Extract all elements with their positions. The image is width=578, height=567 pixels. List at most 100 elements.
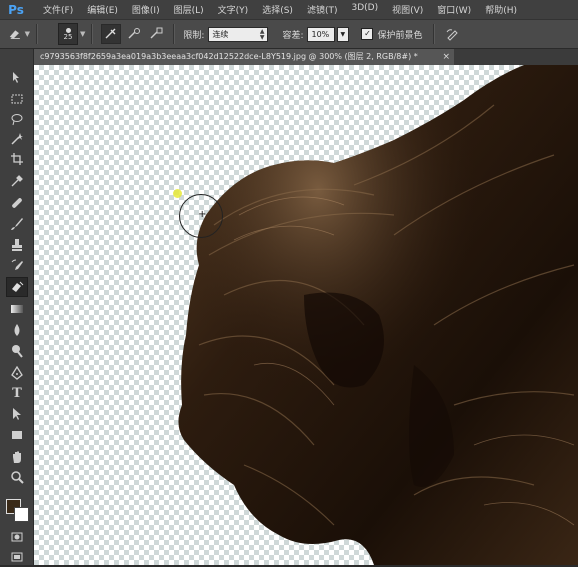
tool-preset-picker[interactable]: ▼ bbox=[8, 25, 30, 43]
chevron-down-icon: ▼ bbox=[340, 30, 346, 38]
blur-tool[interactable] bbox=[6, 320, 28, 340]
menu-type[interactable]: 文字(Y) bbox=[211, 3, 256, 16]
tolerance-dropdown[interactable]: ▼ bbox=[337, 26, 350, 42]
pen-tool[interactable] bbox=[6, 363, 28, 383]
menu-items: 文件(F) 编辑(E) 图像(I) 图层(L) 文字(Y) 选择(S) 滤镜(T… bbox=[36, 3, 524, 16]
water-drop-icon bbox=[14, 324, 20, 336]
divider bbox=[91, 24, 94, 44]
menu-edit[interactable]: 编辑(E) bbox=[80, 3, 125, 16]
quick-mask-button[interactable] bbox=[6, 527, 28, 547]
hand-icon bbox=[13, 451, 21, 463]
gradient-tool[interactable] bbox=[6, 299, 28, 319]
lasso-tool[interactable] bbox=[6, 109, 28, 129]
sampling-swatch-button[interactable] bbox=[147, 25, 165, 43]
hair-image-layer bbox=[178, 65, 578, 565]
chevron-down-icon[interactable]: ▼ bbox=[80, 30, 85, 38]
crosshair-icon: + bbox=[198, 209, 207, 220]
marquee-tool[interactable] bbox=[6, 89, 28, 109]
history-brush-icon bbox=[11, 259, 23, 270]
sampling-hotspot bbox=[173, 189, 182, 198]
limit-select[interactable]: 连续 ▲ ▼ bbox=[208, 26, 269, 42]
lasso-icon bbox=[11, 114, 23, 126]
document-tab[interactable]: c9793563f8f2659a3ea019a3b3eeaa3cf042d125… bbox=[34, 49, 454, 65]
path-selection-tool[interactable] bbox=[6, 404, 28, 424]
select-arrows-icon: ▲ ▼ bbox=[259, 27, 265, 41]
sampling-once-icon bbox=[128, 28, 141, 39]
menu-layer[interactable]: 图层(L) bbox=[167, 3, 211, 16]
menu-image[interactable]: 图像(I) bbox=[125, 3, 167, 16]
dodge-tool[interactable] bbox=[6, 341, 28, 361]
magic-wand-icon bbox=[11, 133, 23, 145]
healing-brush-tool[interactable] bbox=[6, 193, 28, 213]
tolerance-label: 容差: bbox=[282, 30, 304, 41]
photoshop-logo[interactable]: Ps bbox=[6, 2, 26, 18]
eyedropper-tool[interactable] bbox=[6, 171, 28, 191]
hand-tool[interactable] bbox=[6, 447, 28, 467]
menu-window[interactable]: 窗口(W) bbox=[430, 3, 478, 16]
pressure-button[interactable] bbox=[443, 25, 461, 43]
pen-icon bbox=[11, 366, 23, 380]
tolerance-field[interactable]: 10% bbox=[307, 26, 336, 42]
bandage-icon bbox=[12, 198, 22, 208]
protect-foreground-checkbox[interactable]: ✓ bbox=[361, 28, 374, 40]
type-tool[interactable]: T bbox=[6, 383, 28, 403]
brush-icon bbox=[11, 218, 23, 230]
checkmark-icon: ✓ bbox=[364, 29, 371, 38]
brush-preset-picker[interactable]: 25 bbox=[58, 23, 78, 45]
quick-selection-tool[interactable] bbox=[6, 129, 28, 149]
tools-panel: T bbox=[0, 49, 34, 565]
menu-help[interactable]: 帮助(H) bbox=[478, 3, 524, 16]
divider bbox=[36, 24, 38, 44]
clone-stamp-tool[interactable] bbox=[6, 235, 28, 255]
brush-tool[interactable] bbox=[6, 214, 28, 234]
screen-mode-button[interactable] bbox=[6, 547, 28, 567]
screen-mode-icon bbox=[11, 552, 23, 562]
background-eraser-icon bbox=[9, 30, 20, 40]
menu-file[interactable]: 文件(F) bbox=[36, 3, 80, 16]
type-icon: T bbox=[12, 385, 22, 401]
menu-3d[interactable]: 3D(D) bbox=[344, 3, 385, 16]
menu-view[interactable]: 视图(V) bbox=[385, 3, 430, 16]
limit-label: 限制: bbox=[183, 30, 205, 41]
history-brush-tool[interactable] bbox=[6, 256, 28, 276]
path-selection-icon bbox=[13, 408, 21, 420]
quick-mask-icon bbox=[11, 532, 23, 542]
limit-value: 连续 bbox=[212, 29, 229, 39]
dodge-icon bbox=[12, 345, 23, 358]
rectangle-icon bbox=[12, 431, 22, 439]
tolerance-value: 10% bbox=[311, 29, 330, 39]
divider bbox=[173, 24, 176, 44]
document-title: c9793563f8f2659a3ea019a3b3eeaa3cf042d125… bbox=[40, 52, 418, 61]
rectangle-tool[interactable] bbox=[6, 425, 28, 445]
pressure-icon bbox=[446, 29, 458, 41]
color-swatches[interactable] bbox=[4, 497, 30, 523]
background-eraser-icon bbox=[12, 281, 24, 292]
brush-size-value: 25 bbox=[63, 32, 73, 41]
move-tool[interactable] bbox=[6, 67, 28, 87]
stamp-icon bbox=[12, 239, 22, 251]
document-tabbar: c9793563f8f2659a3ea019a3b3eeaa3cf042d125… bbox=[34, 49, 578, 65]
zoom-icon bbox=[11, 471, 24, 484]
close-icon[interactable]: × bbox=[442, 49, 450, 65]
brush-cursor: + bbox=[179, 194, 223, 238]
gradient-icon bbox=[11, 305, 23, 313]
sampling-once-button[interactable] bbox=[125, 25, 143, 43]
protect-foreground-label: 保护前景色 bbox=[377, 30, 423, 41]
crop-tool[interactable] bbox=[6, 149, 28, 169]
sampling-swatch-icon bbox=[150, 27, 163, 39]
menu-bar: Ps 文件(F) 编辑(E) 图像(I) 图层(L) 文字(Y) 选择(S) 滤… bbox=[0, 0, 578, 20]
menu-filter[interactable]: 滤镜(T) bbox=[300, 3, 345, 16]
marquee-icon bbox=[11, 94, 23, 104]
background-color-swatch[interactable] bbox=[14, 507, 29, 522]
document-canvas[interactable]: + bbox=[34, 65, 578, 565]
sampling-continuous-icon bbox=[105, 28, 116, 39]
eyedropper-icon bbox=[11, 175, 23, 187]
options-bar: ▼ 25 ▼ 限制: 连续 ▲ ▼ 容差: 10% ▼ ✓ 保护前景色 bbox=[0, 20, 578, 49]
chevron-down-icon: ▼ bbox=[24, 30, 30, 38]
crop-icon bbox=[11, 153, 23, 165]
background-eraser-tool[interactable] bbox=[6, 277, 28, 297]
zoom-tool[interactable] bbox=[6, 467, 28, 487]
menu-select[interactable]: 选择(S) bbox=[255, 3, 300, 16]
divider bbox=[432, 24, 435, 44]
sampling-continuous-button[interactable] bbox=[101, 24, 122, 44]
